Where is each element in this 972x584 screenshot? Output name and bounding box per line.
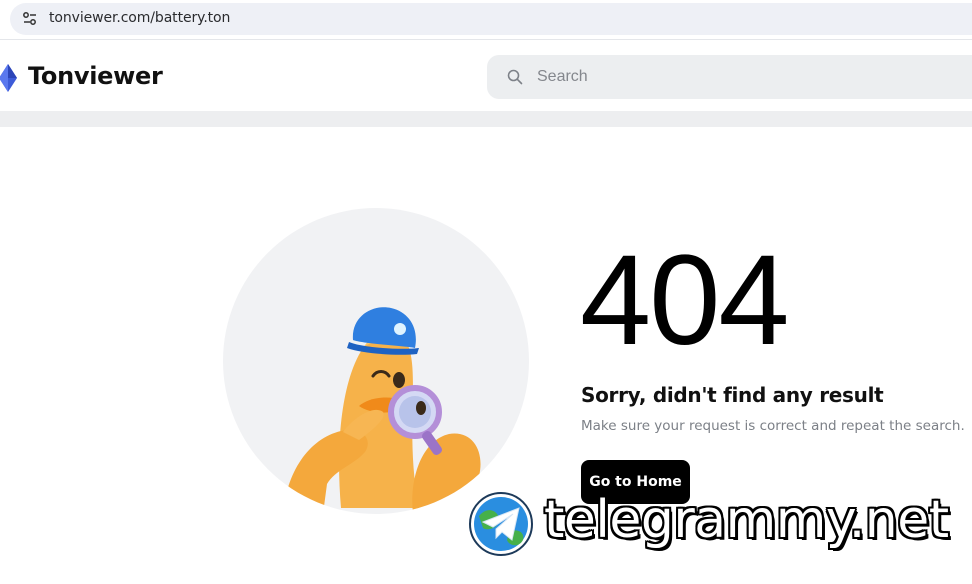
error-title: Sorry, didn't find any result <box>581 383 884 407</box>
illustration-circle <box>223 208 529 514</box>
browser-address-bar: tonviewer.com/battery.ton <box>0 0 972 40</box>
error-subtitle: Make sure your request is correct and re… <box>581 418 965 434</box>
url-text[interactable]: tonviewer.com/battery.ton <box>49 10 230 26</box>
search-box[interactable] <box>487 55 972 99</box>
tune-icon[interactable] <box>22 11 38 27</box>
search-input[interactable] <box>535 63 939 91</box>
site-header: Tonviewer <box>0 41 972 111</box>
ton-diamond-icon[interactable] <box>0 62 18 94</box>
telegram-globe-icon <box>469 492 533 556</box>
search-icon <box>507 69 523 85</box>
error-code: 404 <box>580 229 790 372</box>
logo-text[interactable]: Tonviewer <box>28 62 163 90</box>
header-divider <box>0 111 972 127</box>
duck-with-magnifier-illustration <box>283 307 481 514</box>
watermark-text: telegrammy.net <box>544 490 949 550</box>
